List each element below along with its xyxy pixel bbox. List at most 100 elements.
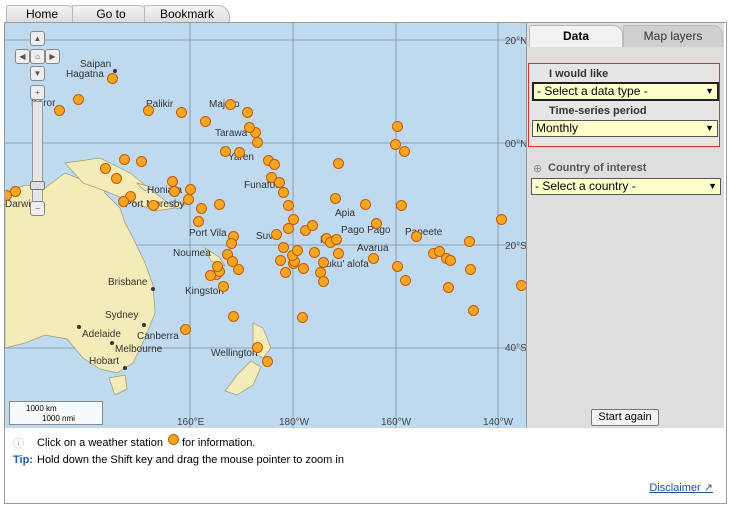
tab-bookmark[interactable]: Bookmark bbox=[144, 5, 230, 23]
weather-station-marker[interactable] bbox=[399, 146, 410, 157]
disclaimer-link[interactable]: Disclaimer ↗ bbox=[649, 481, 713, 494]
zoom-slider-handle[interactable] bbox=[30, 181, 45, 190]
tab-go-to[interactable]: Go to bbox=[72, 5, 150, 23]
weather-station-marker[interactable] bbox=[392, 261, 403, 272]
weather-station-marker[interactable] bbox=[100, 163, 111, 174]
weather-station-marker[interactable] bbox=[118, 196, 129, 207]
pan-up-icon[interactable]: ▲ bbox=[30, 31, 45, 46]
tab-map-layers[interactable]: Map layers bbox=[623, 25, 723, 47]
weather-station-marker[interactable] bbox=[330, 193, 341, 204]
weather-station-marker[interactable] bbox=[411, 231, 422, 242]
weather-station-marker[interactable] bbox=[193, 216, 204, 227]
weather-station-marker[interactable] bbox=[400, 275, 411, 286]
weather-station-marker[interactable] bbox=[368, 253, 379, 264]
weather-station-marker[interactable] bbox=[275, 255, 286, 266]
weather-station-marker[interactable] bbox=[297, 312, 308, 323]
place-label: Brisbane bbox=[108, 277, 148, 288]
weather-station-marker[interactable] bbox=[333, 158, 344, 169]
weather-station-marker[interactable] bbox=[200, 116, 211, 127]
weather-station-marker[interactable] bbox=[309, 247, 320, 258]
weather-station-marker[interactable] bbox=[318, 276, 329, 287]
weather-station-marker[interactable] bbox=[278, 187, 289, 198]
weather-station-marker[interactable] bbox=[292, 245, 303, 256]
weather-station-marker[interactable] bbox=[445, 255, 456, 266]
pan-right-icon[interactable]: ▶ bbox=[45, 49, 60, 64]
weather-station-marker[interactable] bbox=[73, 94, 84, 105]
zoom-in-icon[interactable]: + bbox=[30, 85, 45, 100]
lat-label: 20°N bbox=[505, 36, 527, 47]
weather-station-marker[interactable] bbox=[183, 194, 194, 205]
pan-down-icon[interactable]: ▼ bbox=[30, 66, 45, 81]
magnifier-icon: ⊕ bbox=[533, 163, 543, 175]
weather-station-marker[interactable] bbox=[280, 267, 291, 278]
start-again-button[interactable]: Start again bbox=[591, 409, 659, 426]
weather-station-marker[interactable] bbox=[283, 200, 294, 211]
home-icon[interactable]: ⌂ bbox=[30, 49, 45, 64]
weather-station-marker[interactable] bbox=[283, 223, 294, 234]
time-series-period-label: Time-series period bbox=[549, 105, 647, 117]
weather-station-marker[interactable] bbox=[226, 238, 237, 249]
weather-station-marker[interactable] bbox=[396, 200, 407, 211]
country-of-interest-label: Country of interest bbox=[548, 162, 647, 174]
weather-station-marker[interactable] bbox=[464, 236, 475, 247]
weather-station-marker[interactable] bbox=[307, 220, 318, 231]
weather-station-marker[interactable] bbox=[169, 186, 180, 197]
tip-label: Tip: bbox=[13, 454, 33, 466]
weather-station-marker[interactable] bbox=[465, 264, 476, 275]
weather-station-marker[interactable] bbox=[54, 105, 65, 116]
weather-station-marker[interactable] bbox=[392, 121, 403, 132]
weather-station-marker[interactable] bbox=[252, 137, 263, 148]
weather-station-marker[interactable] bbox=[176, 107, 187, 118]
zoom-slider[interactable] bbox=[32, 101, 43, 213]
weather-station-marker[interactable] bbox=[262, 356, 273, 367]
weather-station-marker[interactable] bbox=[333, 248, 344, 259]
weather-station-marker[interactable] bbox=[298, 263, 309, 274]
weather-station-marker[interactable] bbox=[196, 203, 207, 214]
weather-station-marker[interactable] bbox=[212, 261, 223, 272]
weather-station-marker[interactable] bbox=[234, 147, 245, 158]
zoom-out-icon[interactable]: − bbox=[30, 201, 45, 216]
data-selection-box: I would like - Select a data type - ▼ Ti… bbox=[528, 63, 720, 147]
place-label: Canberra bbox=[137, 331, 179, 342]
weather-station-marker[interactable] bbox=[496, 214, 507, 225]
city-dot bbox=[77, 325, 81, 329]
weather-station-marker[interactable] bbox=[443, 282, 454, 293]
lon-label: 160°W bbox=[381, 417, 412, 428]
weather-station-marker[interactable] bbox=[218, 281, 229, 292]
weather-station-marker[interactable] bbox=[205, 270, 216, 281]
weather-station-marker[interactable] bbox=[252, 342, 263, 353]
place-label: Hobart bbox=[89, 356, 120, 367]
weather-station-marker[interactable] bbox=[516, 280, 526, 291]
scale-nmi: 1000 nmi bbox=[42, 414, 75, 423]
weather-station-marker[interactable] bbox=[111, 173, 122, 184]
tab-home[interactable]: Home bbox=[6, 5, 78, 23]
time-series-period-select[interactable]: Monthly ▼ bbox=[532, 120, 718, 137]
weather-station-marker[interactable] bbox=[390, 139, 401, 150]
weather-station-marker[interactable] bbox=[225, 99, 236, 110]
weather-station-marker[interactable] bbox=[148, 200, 159, 211]
weather-station-marker[interactable] bbox=[220, 146, 231, 157]
tab-data[interactable]: Data bbox=[529, 25, 623, 47]
weather-station-marker[interactable] bbox=[228, 311, 239, 322]
weather-station-marker[interactable] bbox=[214, 199, 225, 210]
weather-station-marker[interactable] bbox=[136, 156, 147, 167]
info-line-1-end: for information. bbox=[182, 437, 256, 449]
weather-station-marker[interactable] bbox=[269, 159, 280, 170]
country-select[interactable]: - Select a country - ▼ bbox=[531, 178, 721, 195]
weather-station-marker[interactable] bbox=[107, 73, 118, 84]
pan-left-icon[interactable]: ◀ bbox=[15, 49, 30, 64]
weather-station-marker[interactable] bbox=[143, 105, 154, 116]
weather-station-marker[interactable] bbox=[180, 324, 191, 335]
weather-station-marker[interactable] bbox=[119, 154, 130, 165]
weather-station-marker[interactable] bbox=[360, 199, 371, 210]
weather-station-marker[interactable] bbox=[331, 234, 342, 245]
weather-station-marker[interactable] bbox=[271, 229, 282, 240]
map-canvas[interactable]: 20°N 00°N 20°S 40°S 160°E 180°W 160°W 14… bbox=[5, 23, 527, 428]
weather-station-marker[interactable] bbox=[244, 122, 255, 133]
data-type-select[interactable]: - Select a data type - ▼ bbox=[532, 82, 719, 101]
weather-station-marker[interactable] bbox=[233, 264, 244, 275]
info-icon: ⓘ bbox=[13, 438, 24, 450]
weather-station-marker[interactable] bbox=[242, 107, 253, 118]
weather-station-marker[interactable] bbox=[468, 305, 479, 316]
weather-station-marker[interactable] bbox=[371, 218, 382, 229]
